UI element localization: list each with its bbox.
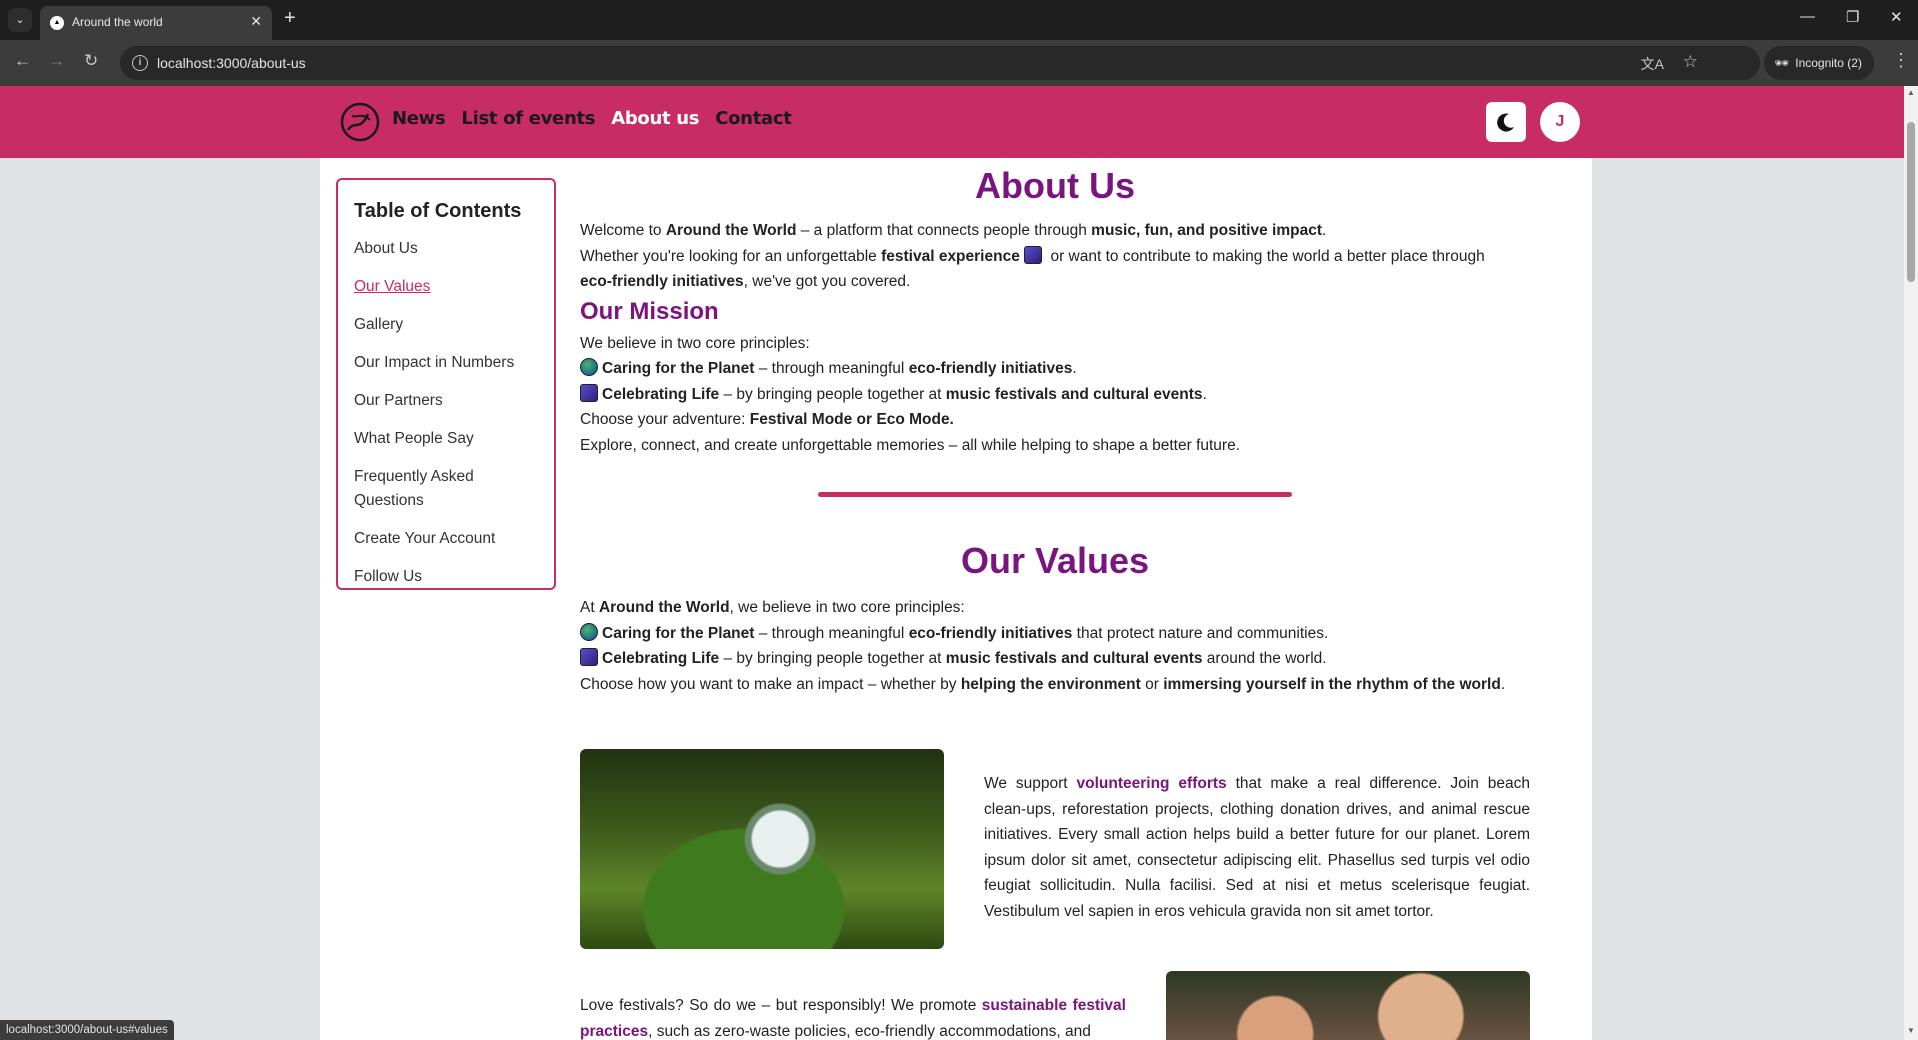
festival-mask-icon <box>1024 245 1043 264</box>
site-favicon-icon: ▲ <box>50 16 64 30</box>
scroll-thumb[interactable] <box>1907 122 1915 282</box>
nav-about-us[interactable]: About us <box>611 108 699 129</box>
volunteer-row: We support volunteering efforts that mak… <box>580 749 1530 949</box>
site-info-icon[interactable]: i <box>132 55 148 71</box>
festival-row: Love festivals? So do we – but responsib… <box>580 971 1530 1040</box>
nav-contact[interactable]: Contact <box>715 108 792 129</box>
section-divider <box>818 492 1292 497</box>
festival-text: Love festivals? So do we – but responsib… <box>580 997 1126 1040</box>
user-avatar-button[interactable]: J <box>1540 102 1580 142</box>
site-header: News List of events About us Contact J <box>0 86 1904 158</box>
browser-tab-bar: ⌄ ▲ Around the world ✕ + — ❐ ✕ <box>0 0 1918 40</box>
scroll-down-icon[interactable]: ▼ <box>1907 1026 1915 1035</box>
translate-icon[interactable]: 文A <box>1641 54 1664 74</box>
festival-mask-icon <box>580 383 598 402</box>
toc-item-faq[interactable]: Frequently Asked Questions <box>354 465 534 513</box>
crystal-ball-moss-photo <box>580 749 944 949</box>
festival-mask-icon <box>580 648 598 666</box>
page-title: About Us <box>975 165 1135 206</box>
incognito-label: Incognito (2) <box>1795 56 1862 70</box>
intro-paragraph: Welcome to Around the World – a platform… <box>580 222 1485 290</box>
page-scrollbar[interactable]: ▲ ▼ <box>1904 86 1918 1040</box>
nav-list-of-events[interactable]: List of events <box>461 108 595 129</box>
address-bar[interactable]: i localhost:3000/about-us 文A ☆ <box>120 46 1760 80</box>
incognito-icon: 🕶 <box>1774 56 1790 70</box>
globe-icon <box>580 358 598 376</box>
toc-item-testimonials[interactable]: What People Say <box>354 427 534 451</box>
browser-tab[interactable]: ▲ Around the world ✕ <box>40 6 272 40</box>
theme-toggle-button[interactable] <box>1486 102 1526 142</box>
toc-item-gallery[interactable]: Gallery <box>354 313 534 337</box>
back-icon[interactable]: ← <box>14 51 31 71</box>
mission-heading: Our Mission <box>580 297 719 325</box>
tab-list-button[interactable]: ⌄ <box>8 8 32 32</box>
toc-item-about-us[interactable]: About Us <box>354 237 534 261</box>
tab-title: Around the world <box>72 15 163 29</box>
status-url-bubble: localhost:3000/about-us#values <box>0 1020 174 1040</box>
browser-toolbar: ← → ↻ i localhost:3000/about-us 文A ☆ 🕶 In… <box>0 40 1918 86</box>
toc-item-create-account[interactable]: Create Your Account <box>354 527 534 551</box>
globe-icon <box>580 622 598 641</box>
close-tab-icon[interactable]: ✕ <box>250 13 262 30</box>
volunteer-text: We support volunteering efforts that mak… <box>984 775 1530 920</box>
toc-item-partners[interactable]: Our Partners <box>354 389 534 413</box>
minimize-icon[interactable]: — <box>1800 8 1815 25</box>
scroll-up-icon[interactable]: ▲ <box>1907 88 1915 97</box>
moon-icon <box>1497 113 1514 132</box>
mission-paragraph: We believe in two core principles: Carin… <box>580 334 1241 454</box>
nav-news[interactable]: News <box>392 108 446 129</box>
content-card: Table of Contents About Us Our Values Ga… <box>320 158 1592 1040</box>
about-article: About Us Welcome to Around the World – a… <box>580 158 1530 1040</box>
toc-item-impact[interactable]: Our Impact in Numbers <box>354 351 534 375</box>
reload-icon[interactable]: ↻ <box>84 51 98 71</box>
url-text[interactable]: localhost:3000/about-us <box>157 55 306 71</box>
festival-crowd-photo <box>1166 971 1530 1040</box>
main-nav: News List of events About us Contact <box>392 108 792 129</box>
table-of-contents: Table of Contents About Us Our Values Ga… <box>336 178 556 590</box>
globe-logo-icon[interactable] <box>340 102 380 142</box>
bookmark-star-icon[interactable]: ☆ <box>1683 52 1698 72</box>
toc-item-our-values[interactable]: Our Values <box>354 275 534 299</box>
incognito-button[interactable]: 🕶 Incognito (2) <box>1764 46 1874 80</box>
page-viewport: News List of events About us Contact J T… <box>0 86 1904 1040</box>
window-close-icon[interactable]: ✕ <box>1890 8 1903 26</box>
forward-icon[interactable]: → <box>48 51 65 71</box>
new-tab-button[interactable]: + <box>284 7 296 30</box>
values-heading: Our Values <box>960 540 1150 581</box>
values-paragraph: At Around the World, we believe in two c… <box>580 599 1506 693</box>
browser-menu-icon[interactable]: ⋮ <box>1892 50 1910 71</box>
toc-title: Table of Contents <box>354 200 522 222</box>
toc-item-follow-us[interactable]: Follow Us <box>354 565 534 589</box>
restore-icon[interactable]: ❐ <box>1846 8 1859 26</box>
